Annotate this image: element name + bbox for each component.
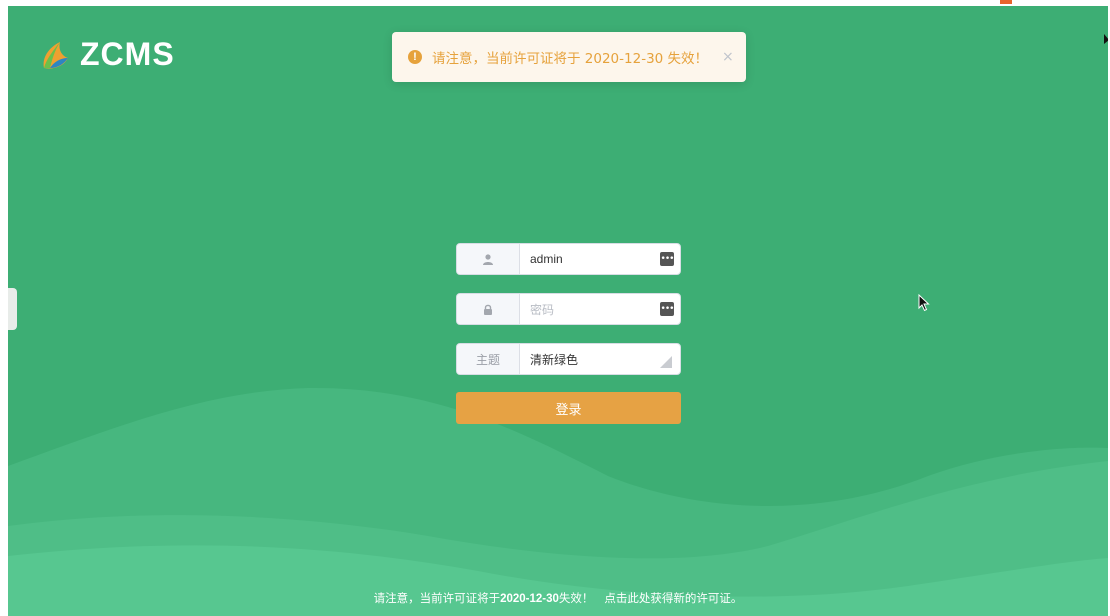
password-field[interactable]: 密码 •••: [456, 293, 681, 325]
password-input[interactable]: 密码: [520, 294, 654, 324]
password-manager-icon[interactable]: •••: [660, 252, 674, 266]
toast-message: 请注意，当前许可证将于 2020-12-30 失效！: [432, 51, 709, 67]
theme-label: 主题: [457, 344, 520, 374]
window-edge-marker: [1000, 0, 1012, 4]
password-addon: [457, 294, 520, 324]
select-arrow-icon[interactable]: [660, 356, 672, 368]
username-addon: [457, 244, 520, 274]
password-manager-icon[interactable]: •••: [660, 302, 674, 316]
footer-prefix: 请注意，当前许可证将于: [373, 591, 501, 605]
login-button[interactable]: 登录: [456, 392, 681, 424]
username-input[interactable]: admin: [520, 244, 654, 274]
theme-selected-value[interactable]: 清新绿色: [520, 344, 660, 374]
footer-suffix: 失效！: [558, 591, 594, 605]
renew-license-link[interactable]: 点击此处获得新的许可证。: [604, 591, 742, 605]
footer-date: 2020-12-30: [500, 593, 559, 605]
license-footer: 请注意，当前许可证将于2020-12-30失效！ 点击此处获得新的许可证。: [8, 590, 1108, 606]
license-warning-toast: ! 请注意，当前许可证将于 2020-12-30 失效！ ×: [392, 32, 746, 82]
username-field[interactable]: admin •••: [456, 243, 681, 275]
theme-select[interactable]: 主题 清新绿色: [456, 343, 681, 375]
side-collapse-tab[interactable]: [8, 288, 17, 330]
warning-circle-icon: !: [408, 50, 422, 64]
app-logo: ZCMS: [38, 36, 175, 73]
close-icon[interactable]: ×: [722, 49, 734, 65]
edge-cursor-icon: [1104, 34, 1108, 44]
user-icon: [483, 253, 493, 265]
leaf-flame-logo-icon: [43, 41, 68, 69]
lock-icon: [484, 304, 492, 315]
login-page: ZCMS ! 请注意，当前许可证将于 2020-12-30 失效！ × admi…: [8, 6, 1108, 616]
mouse-cursor-icon: [918, 294, 930, 312]
app-logo-text: ZCMS: [80, 36, 175, 72]
